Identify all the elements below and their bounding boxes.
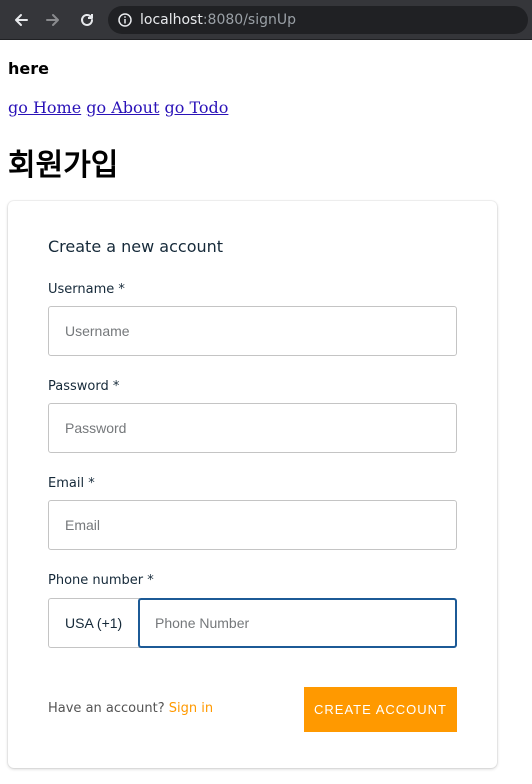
page-title: 회원가입 (8, 148, 119, 183)
back-icon[interactable] (10, 9, 32, 31)
address-bar[interactable]: localhost:8080/signUp (108, 6, 528, 34)
page-content: here go Home go About go Todo 회원가입 Creat… (0, 40, 532, 784)
signup-card: Create a new account Username * Password… (8, 201, 497, 768)
signin-prompt-text: Have an account? (48, 701, 169, 716)
create-account-button[interactable]: CREATE ACCOUNT (304, 687, 457, 732)
here-text: here (8, 59, 49, 78)
email-input[interactable] (48, 500, 457, 550)
email-label: Email * (48, 476, 95, 491)
password-label: Password * (48, 379, 120, 394)
nav-links: go Home go About go Todo (8, 98, 228, 117)
signin-prompt: Have an account? Sign in (48, 701, 213, 716)
forward-icon[interactable] (42, 9, 64, 31)
nav-link-home[interactable]: go Home (8, 98, 81, 117)
url-text: localhost:8080/signUp (140, 12, 296, 28)
password-input[interactable] (48, 403, 457, 453)
signin-link[interactable]: Sign in (169, 701, 213, 716)
country-code-select[interactable]: USA (+1) (48, 598, 140, 648)
nav-link-about[interactable]: go About (86, 98, 159, 117)
username-label: Username * (48, 282, 125, 297)
info-icon[interactable] (118, 13, 132, 27)
reload-icon[interactable] (76, 9, 98, 31)
nav-link-todo[interactable]: go Todo (165, 98, 229, 117)
form-title: Create a new account (48, 237, 224, 256)
username-input[interactable] (48, 306, 457, 356)
phone-number-input[interactable] (138, 598, 457, 648)
phone-label: Phone number * (48, 573, 154, 588)
country-code-value: USA (+1) (65, 615, 123, 631)
browser-toolbar: localhost:8080/signUp (0, 0, 532, 40)
